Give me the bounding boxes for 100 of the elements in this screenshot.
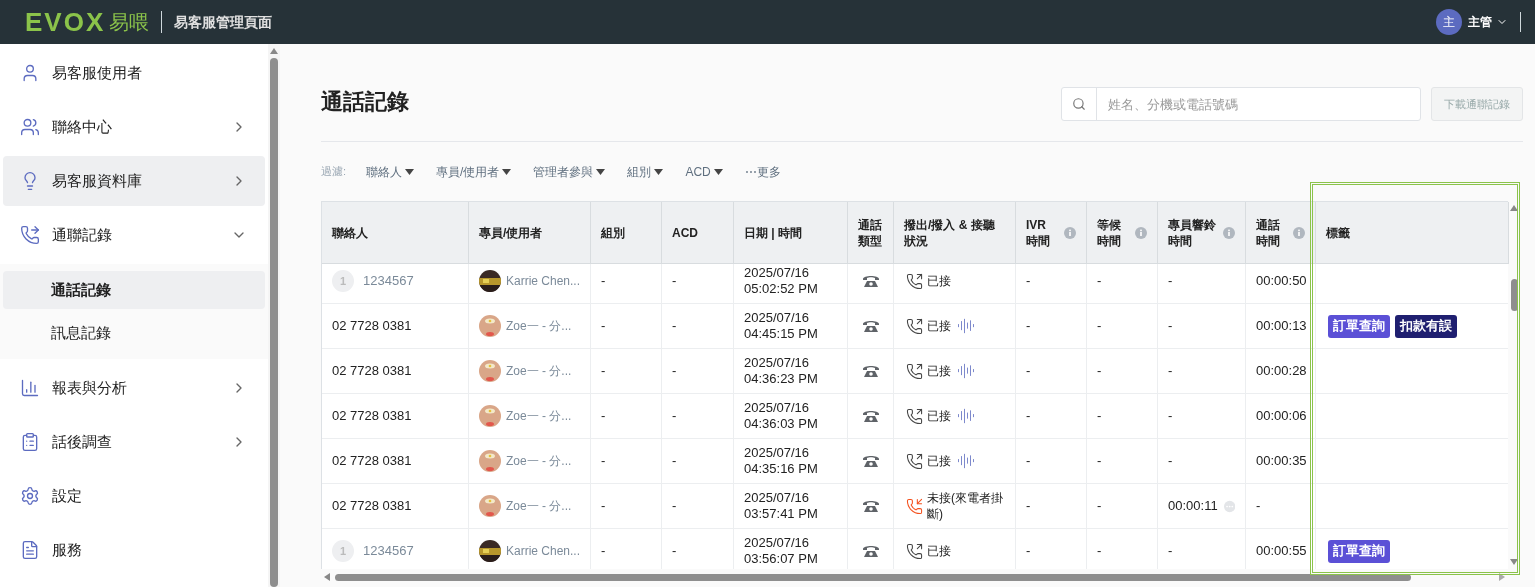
agent-name[interactable]: Karrie Chen... xyxy=(506,542,581,560)
filter-dropdown[interactable]: 管理者參與 xyxy=(533,162,606,181)
audio-wave-icon[interactable] xyxy=(957,452,975,470)
agent-name[interactable]: Zoe一 - 分... xyxy=(506,497,572,515)
contact-number[interactable]: 1234567 xyxy=(363,541,414,561)
table-row[interactable]: 02 7728 0381 Zoe一 - 分... - - 2025/07/16 04:36:03 PM 已接 - - - 00:00:06 xyxy=(322,394,1508,439)
telephone-icon xyxy=(861,544,880,558)
agent-name[interactable]: Zoe一 - 分... xyxy=(506,362,572,380)
sidebar-item[interactable]: 易客服資料庫 xyxy=(3,156,265,206)
column-header: 撥出/撥入 & 接聽狀況 xyxy=(904,216,996,249)
table-row[interactable]: 02 7728 0381 Zoe一 - 分... - - 2025/07/16 04:45:15 PM 已接 - - - 00:00:13 訂單查詢 扣款有誤 xyxy=(322,304,1508,349)
contact-number: 02 7728 0381 xyxy=(332,407,412,426)
call-status: 已接 xyxy=(927,408,951,424)
sidebar-item[interactable]: 報表與分析 xyxy=(3,363,265,413)
column-header: 專員/使用者 xyxy=(479,224,543,241)
sidebar-item[interactable]: 通聯記錄 xyxy=(3,210,265,260)
table-cell-text: - xyxy=(601,497,606,516)
audio-wave-icon[interactable] xyxy=(957,362,975,380)
filter-dropdown[interactable]: 組別 xyxy=(627,162,664,181)
info-icon xyxy=(1293,226,1305,239)
info-icon xyxy=(1064,226,1076,239)
agent-name[interactable]: Zoe一 - 分... xyxy=(506,452,572,470)
scroll-up-icon[interactable] xyxy=(270,48,278,54)
agent-name[interactable]: Zoe一 - 分... xyxy=(506,317,572,335)
table-cell-text: - xyxy=(672,362,677,381)
sidebar-item[interactable]: 服務 xyxy=(3,525,265,575)
scrollbar-thumb[interactable] xyxy=(270,58,278,587)
sidebar-item[interactable]: 設定 xyxy=(3,471,265,521)
telephone-icon xyxy=(861,319,880,333)
audio-wave-icon[interactable] xyxy=(957,317,975,335)
scroll-up-icon[interactable] xyxy=(1510,205,1518,211)
call-status: 已接 xyxy=(927,273,951,289)
settings-icon xyxy=(20,486,40,506)
table-cell-text: - xyxy=(1097,452,1102,471)
info-icon xyxy=(1135,226,1147,239)
agent-name[interactable]: Karrie Chen... xyxy=(506,272,581,290)
table-row[interactable]: 02 7728 0381 Zoe一 - 分... - - 2025/07/16 04:36:23 PM 已接 - - - 00:00:28 xyxy=(322,349,1508,394)
table-cell-text: - xyxy=(1168,542,1173,561)
contact-number: 02 7728 0381 xyxy=(332,452,412,471)
audio-wave-icon[interactable] xyxy=(957,407,975,425)
scroll-left-icon[interactable] xyxy=(324,573,330,581)
table-cell-text: 00:00:35 xyxy=(1256,452,1307,471)
contact-number: 02 7728 0381 xyxy=(332,497,412,516)
date-time: 2025/07/16 03:57:41 PM xyxy=(744,490,818,522)
date-time: 2025/07/16 04:36:03 PM xyxy=(744,400,818,432)
scrollbar-thumb[interactable] xyxy=(335,573,1411,581)
column-header: 聯絡人 xyxy=(332,224,368,241)
search-icon xyxy=(1072,97,1086,111)
contact-number: 02 7728 0381 xyxy=(332,362,412,381)
scroll-right-icon[interactable] xyxy=(1499,573,1505,581)
sidebar-scrollbar[interactable] xyxy=(268,44,280,587)
table-cell-text: - xyxy=(1026,542,1031,561)
table-cell-text: - xyxy=(1097,497,1102,516)
user-avatar[interactable]: 主 xyxy=(1436,9,1462,35)
table-cell-text: 00:00:55 xyxy=(1256,542,1307,561)
filter-dropdown[interactable]: 專員/使用者 xyxy=(436,162,512,181)
agent-name[interactable]: Zoe一 - 分... xyxy=(506,407,572,425)
column-header: 等候時間 xyxy=(1097,216,1122,249)
caret-icon xyxy=(596,168,606,175)
table-cell-text: - xyxy=(1168,317,1173,336)
table-cell-text: - xyxy=(1256,497,1261,516)
contact-number[interactable]: 1234567 xyxy=(363,271,414,291)
sidebar-item[interactable]: 易客服使用者 xyxy=(3,48,265,98)
search-field[interactable]: 姓名、分機或電話號碼 xyxy=(1061,87,1421,121)
user-menu[interactable]: 主管 xyxy=(1468,13,1508,31)
scrollbar-thumb[interactable] xyxy=(1510,279,1518,311)
more-filters-button[interactable]: ⋯更多 xyxy=(744,162,781,181)
table-cell-text: 00:00:13 xyxy=(1256,317,1307,336)
column-header: 通話類型 xyxy=(858,216,883,249)
table-cell-text: - xyxy=(1026,497,1031,516)
date-time: 2025/07/16 05:02:52 PM xyxy=(744,265,818,297)
table-cell-text: - xyxy=(1097,272,1102,291)
table-row[interactable]: 02 7728 0381 Zoe一 - 分... - - 2025/07/16 04:35:16 PM 已接 - - - 00:00:35 xyxy=(322,439,1508,484)
call-status: 已接 xyxy=(927,363,951,379)
filter-dropdown[interactable]: 聯絡人 xyxy=(366,162,415,181)
table-cell-text: - xyxy=(601,272,606,291)
table-cell-text: - xyxy=(1168,272,1173,291)
tag: 訂單查詢 xyxy=(1328,539,1390,563)
table-cell-text: 00:00:50 xyxy=(1256,272,1307,291)
date-time: 2025/07/16 03:56:07 PM xyxy=(744,535,818,567)
sidebar-item[interactable]: 聯絡中心 xyxy=(3,102,265,152)
sidebar-subitem[interactable]: 通話記錄 xyxy=(3,271,265,309)
table-cell-text: - xyxy=(672,272,677,291)
table-row[interactable]: 02 7728 0381 Zoe一 - 分... - - 2025/07/16 03:57:41 PM 未接(來電者掛斷) - - 00:00:11 - xyxy=(322,484,1508,529)
sidebar-item[interactable]: 話後調查 xyxy=(3,417,265,467)
table-cell-text: - xyxy=(1026,407,1031,426)
filter-dropdown[interactable]: ACD xyxy=(685,162,723,181)
table-cell-text: 00:00:06 xyxy=(1256,407,1307,426)
telephone-icon xyxy=(861,409,880,423)
date-time: 2025/07/16 04:36:23 PM xyxy=(744,355,818,387)
scroll-down-icon[interactable] xyxy=(1510,559,1518,565)
table-cell-text: - xyxy=(672,497,677,516)
date-time: 2025/07/16 04:45:15 PM xyxy=(744,310,818,342)
date-time: 2025/07/16 04:35:16 PM xyxy=(744,445,818,477)
table-cell-text: - xyxy=(1168,362,1173,381)
sidebar-subitem[interactable]: 訊息記錄 xyxy=(3,314,265,352)
document-icon xyxy=(20,540,40,560)
telephone-icon xyxy=(861,274,880,288)
table-cell-text: - xyxy=(1026,362,1031,381)
table-cell-text: - xyxy=(1097,362,1102,381)
